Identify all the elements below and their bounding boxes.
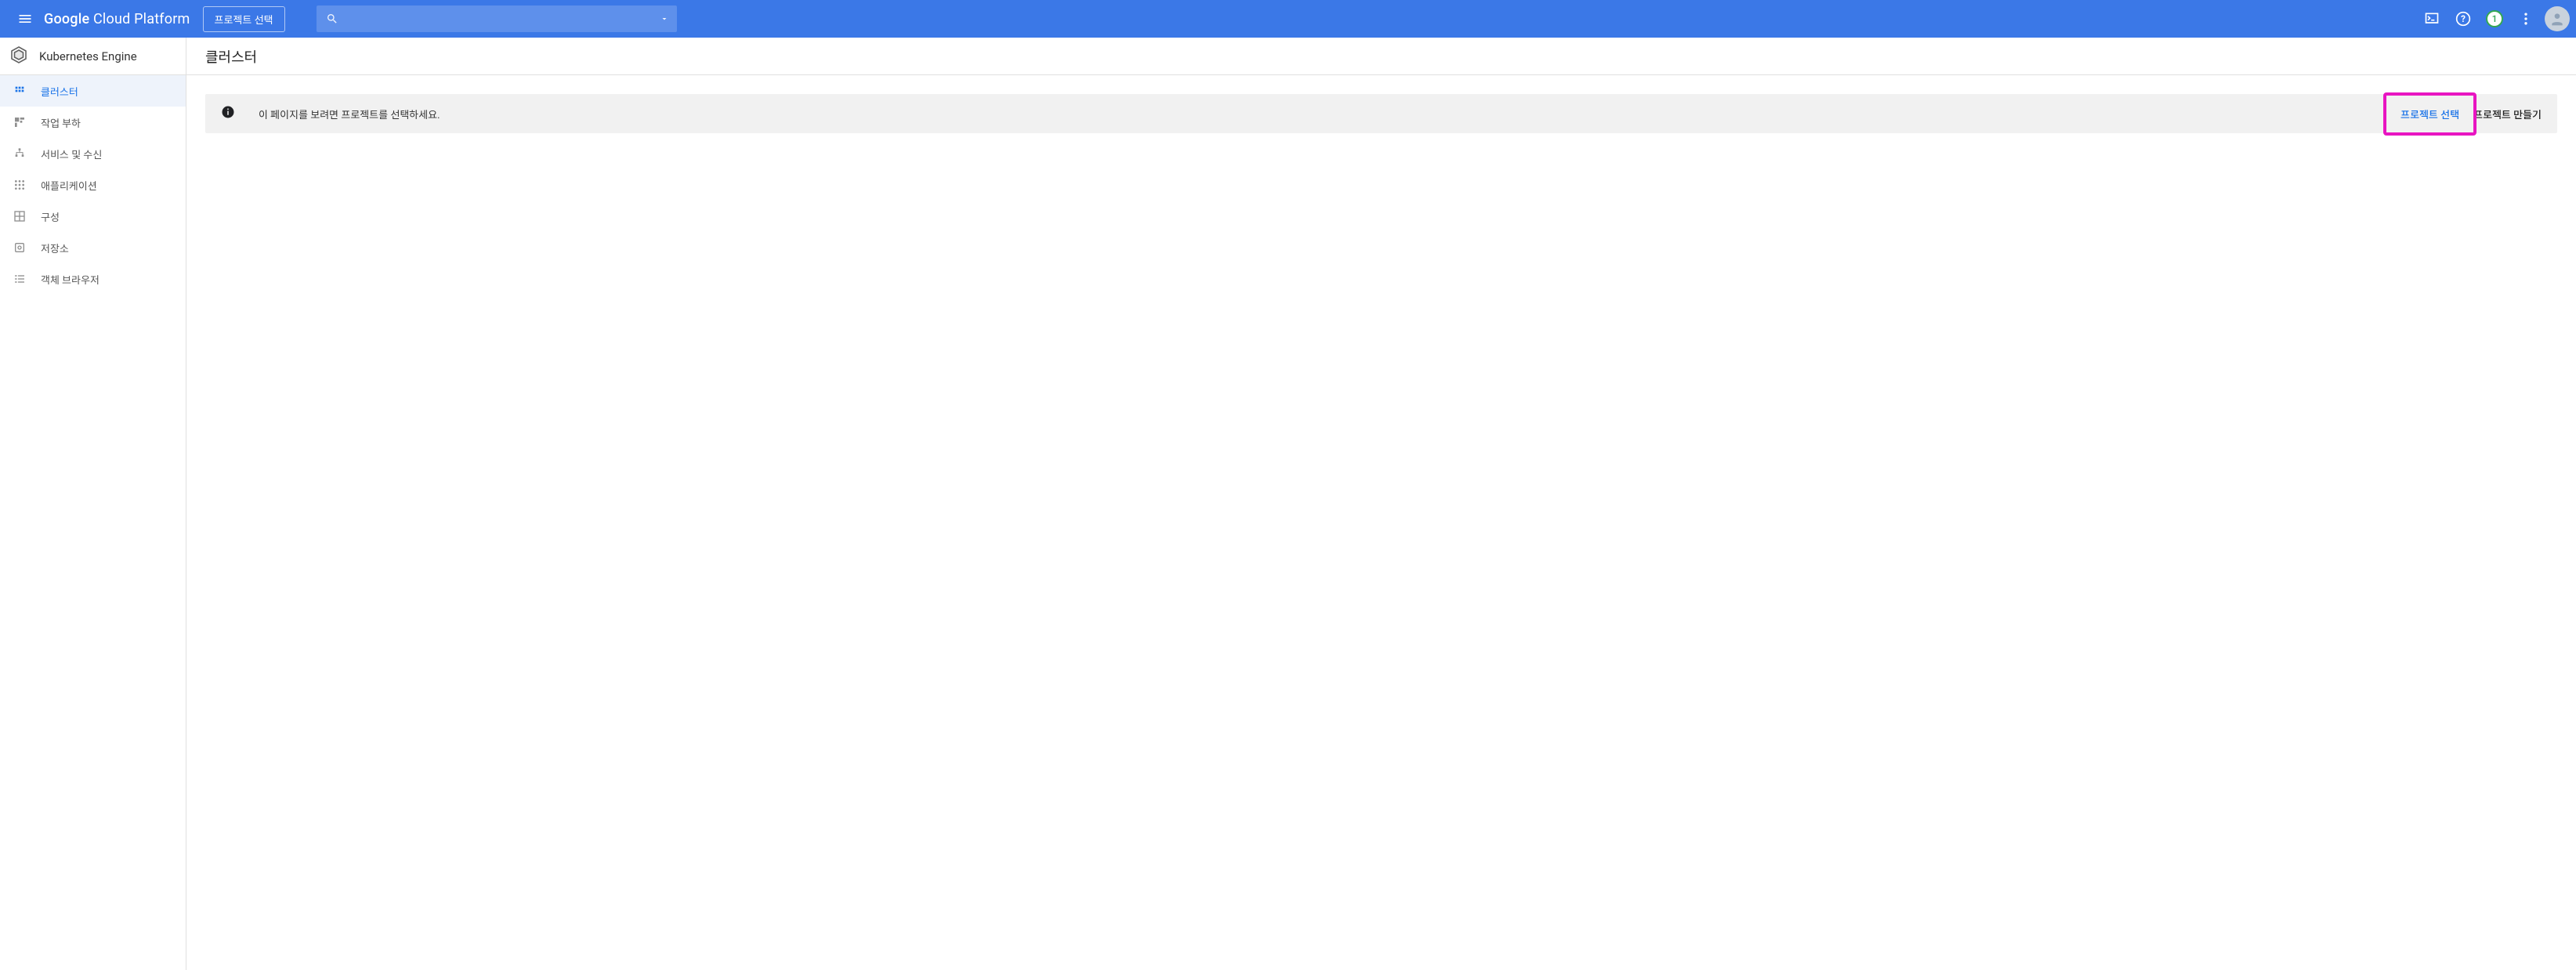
- applications-icon: [13, 179, 27, 191]
- sidebar-item-label: 클러스터: [41, 84, 78, 99]
- account-avatar[interactable]: [2545, 6, 2570, 31]
- more-vert-icon[interactable]: [2510, 0, 2542, 38]
- storage-icon: [13, 241, 27, 254]
- kubernetes-icon: [9, 45, 28, 67]
- main-content: 클러스터 이 페이지를 보려면 프로젝트를 선택하세요. 프로젝트 선택 프로젝…: [186, 38, 2576, 970]
- sidebar-item-workloads[interactable]: 작업 부하: [0, 107, 186, 138]
- sidebar-item-label: 애플리케이션: [41, 178, 97, 193]
- sidebar-product-title: Kubernetes Engine: [39, 49, 137, 63]
- object-browser-icon: [13, 273, 27, 285]
- sidebar-item-label: 구성: [41, 209, 60, 224]
- notifications-button[interactable]: 1: [2479, 0, 2510, 38]
- help-icon[interactable]: ?: [2448, 0, 2479, 38]
- menu-icon[interactable]: [6, 0, 44, 38]
- search-input[interactable]: [346, 13, 660, 25]
- clusters-icon: [13, 85, 27, 97]
- sidebar-item-clusters[interactable]: 클러스터: [0, 75, 186, 107]
- services-icon: [13, 147, 27, 160]
- caret-down-icon[interactable]: [660, 12, 669, 27]
- sidebar-item-services[interactable]: 서비스 및 수신: [0, 138, 186, 169]
- info-icon: [221, 105, 235, 122]
- sidebar-item-storage[interactable]: 저장소: [0, 232, 186, 263]
- info-banner: 이 페이지를 보려면 프로젝트를 선택하세요. 프로젝트 선택 프로젝트 만들기: [205, 94, 2557, 133]
- project-selector-button[interactable]: 프로젝트 선택: [203, 6, 285, 32]
- search-icon: [324, 13, 340, 25]
- cloud-shell-icon[interactable]: [2416, 0, 2448, 38]
- banner-create-project-link[interactable]: 프로젝트 만들기: [2473, 107, 2542, 121]
- workloads-icon: [13, 116, 27, 128]
- topbar: Google Cloud Platform 프로젝트 선택 ? 1: [0, 0, 2576, 38]
- brand-title: Google Cloud Platform: [44, 11, 190, 27]
- svg-text:?: ?: [2461, 13, 2466, 24]
- banner-message: 이 페이지를 보려면 프로젝트를 선택하세요.: [259, 107, 440, 121]
- sidebar-item-applications[interactable]: 애플리케이션: [0, 169, 186, 201]
- configuration-icon: [13, 210, 27, 223]
- sidebar-item-object-browser[interactable]: 객체 브라우저: [0, 263, 186, 295]
- page-title: 클러스터: [186, 38, 2576, 75]
- sidebar-product-header[interactable]: Kubernetes Engine: [0, 38, 186, 75]
- banner-select-project-link[interactable]: 프로젝트 선택: [2401, 107, 2459, 121]
- search-box[interactable]: [317, 5, 677, 32]
- sidebar-item-label: 작업 부하: [41, 115, 81, 130]
- sidebar: Kubernetes Engine 클러스터 작업 부하 서비스 및 수신 애플…: [0, 38, 186, 970]
- sidebar-item-label: 객체 브라우저: [41, 272, 99, 287]
- notifications-count-badge: 1: [2486, 10, 2503, 27]
- sidebar-item-configuration[interactable]: 구성: [0, 201, 186, 232]
- sidebar-item-label: 서비스 및 수신: [41, 147, 102, 161]
- sidebar-item-label: 저장소: [41, 241, 69, 255]
